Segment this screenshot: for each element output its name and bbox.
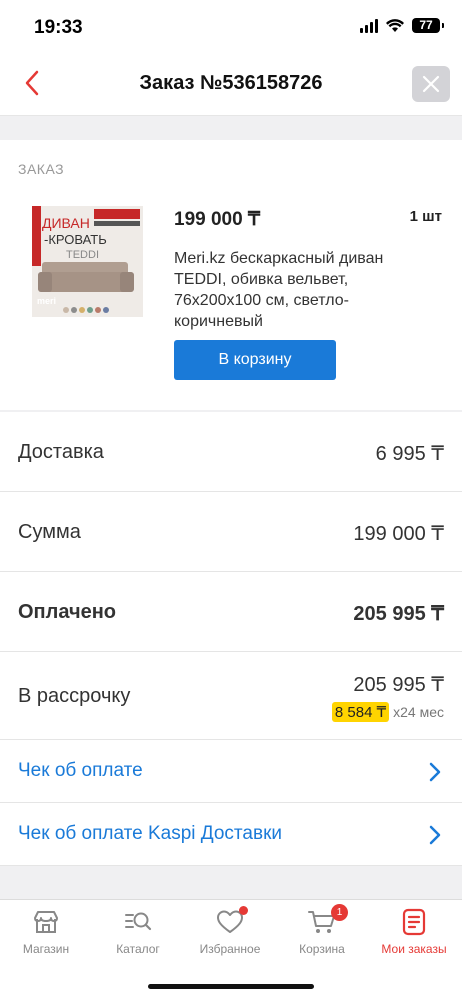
delivery-row: Доставка 6 995 ₸ bbox=[0, 412, 462, 492]
chevron-right-icon bbox=[429, 825, 441, 845]
tab-label: Избранное bbox=[199, 942, 261, 956]
product-quantity: 1 шт bbox=[409, 208, 442, 225]
chevron-right-icon bbox=[429, 762, 441, 782]
tab-cart[interactable]: 1 Корзина bbox=[276, 904, 368, 956]
delivery-receipt-link[interactable]: Чек об оплате Kaspi Доставки bbox=[18, 823, 282, 845]
section-label: ЗАКАЗ bbox=[18, 161, 65, 177]
tab-catalog[interactable]: Каталог bbox=[92, 908, 184, 956]
battery-icon: 77 bbox=[412, 18, 444, 33]
monthly-payment-badge: 8 584 ₸ bbox=[331, 702, 390, 722]
signal-icon bbox=[360, 18, 378, 33]
add-to-cart-button[interactable]: В корзину bbox=[174, 340, 336, 380]
tab-label: Магазин bbox=[22, 942, 70, 956]
svg-text:-КРОВАТЬ: -КРОВАТЬ bbox=[44, 232, 107, 247]
catalog-search-icon bbox=[124, 908, 152, 936]
nav-bar: Заказ №536158726 bbox=[0, 56, 462, 116]
order-summary: Доставка 6 995 ₸ Сумма 199 000 ₸ Оплачен… bbox=[0, 412, 462, 866]
installment-row: В рассрочку 205 995 ₸ 8 584 ₸ x24 мес bbox=[0, 652, 462, 740]
sum-label: Сумма bbox=[18, 521, 81, 543]
tab-shop[interactable]: Магазин bbox=[0, 908, 92, 956]
tab-label: Корзина bbox=[299, 942, 345, 956]
heart-icon bbox=[216, 906, 248, 936]
product-image[interactable]: ДИВАН -КРОВАТЬ TEDDI meri bbox=[32, 206, 143, 317]
installment-monthly: 8 584 ₸ x24 мес bbox=[331, 702, 444, 722]
cart-count-badge: 1 bbox=[331, 904, 348, 921]
tab-favorites[interactable]: Избранное bbox=[184, 906, 276, 956]
paid-label: Оплачено bbox=[18, 601, 116, 623]
paid-row: Оплачено 205 995 ₸ bbox=[0, 572, 462, 652]
tab-label: Каталог bbox=[116, 942, 160, 956]
sofa-illustration: ДИВАН -КРОВАТЬ TEDDI meri bbox=[32, 206, 143, 317]
shop-icon bbox=[32, 908, 60, 936]
svg-text:meri: meri bbox=[37, 296, 56, 306]
svg-text:ДИВАН: ДИВАН bbox=[42, 215, 90, 231]
sum-row: Сумма 199 000 ₸ bbox=[0, 492, 462, 572]
close-icon bbox=[422, 75, 440, 93]
installment-term: x24 мес bbox=[393, 704, 444, 720]
installment-value: 205 995 ₸ bbox=[353, 674, 444, 696]
home-indicator[interactable] bbox=[148, 984, 314, 989]
installment-label: В рассрочку bbox=[18, 685, 131, 707]
close-button[interactable] bbox=[412, 66, 450, 102]
wifi-icon bbox=[386, 18, 404, 32]
receipt-link-row[interactable]: Чек об оплате bbox=[0, 740, 462, 803]
status-time: 19:33 bbox=[34, 17, 83, 38]
receipt-link[interactable]: Чек об оплате bbox=[18, 760, 143, 782]
cart-icon: 1 bbox=[308, 904, 348, 936]
product-name[interactable]: Meri.kz бескаркасный диван TEDDI, обивка… bbox=[174, 248, 424, 332]
delivery-value: 6 995 ₸ bbox=[375, 443, 444, 465]
orders-icon bbox=[400, 908, 428, 936]
sum-value: 199 000 ₸ bbox=[353, 523, 444, 545]
status-bar: 19:33 77 bbox=[0, 0, 462, 56]
svg-text:TEDDI: TEDDI bbox=[66, 249, 99, 261]
notification-dot bbox=[239, 906, 248, 915]
delivery-receipt-link-row[interactable]: Чек об оплате Kaspi Доставки bbox=[0, 803, 462, 866]
order-section: ЗАКАЗ ДИВАН -КРОВАТЬ TEDDI meri 199 000 … bbox=[0, 140, 462, 410]
tab-label: Мои заказы bbox=[381, 942, 447, 956]
delivery-label: Доставка bbox=[18, 441, 104, 463]
status-icons: 77 bbox=[360, 18, 444, 33]
product-price: 199 000 ₸ bbox=[174, 209, 261, 230]
tab-my-orders[interactable]: Мои заказы bbox=[368, 908, 460, 956]
paid-value: 205 995 ₸ bbox=[353, 603, 444, 625]
page-title: Заказ №536158726 bbox=[139, 72, 323, 94]
